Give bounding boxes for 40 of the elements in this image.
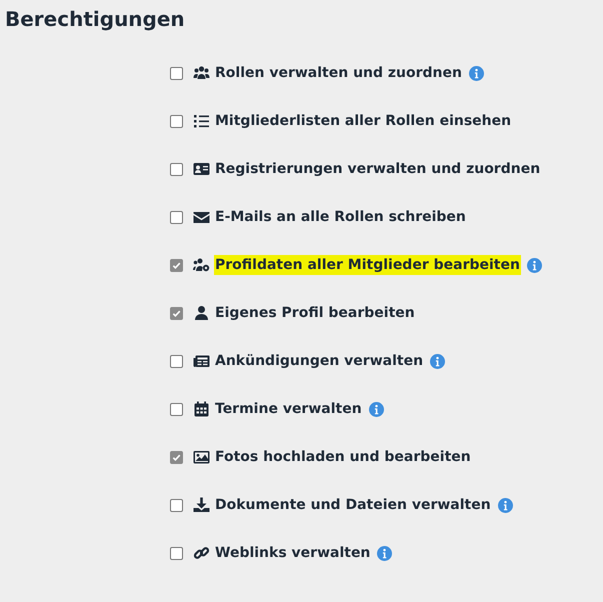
users-gear-icon	[193, 257, 210, 273]
checkbox[interactable]	[170, 403, 183, 416]
image-icon	[193, 449, 210, 465]
info-icon[interactable]	[498, 498, 513, 513]
envelope-icon	[193, 209, 210, 225]
checkbox[interactable]	[170, 547, 183, 560]
checkbox[interactable]	[170, 115, 183, 128]
permission-label: Eigenes Profil bearbeiten	[214, 304, 416, 323]
checkbox[interactable]	[170, 355, 183, 368]
user-icon	[193, 305, 210, 321]
checkbox[interactable]	[170, 451, 183, 464]
checkbox[interactable]	[170, 163, 183, 176]
checkbox[interactable]	[170, 307, 183, 320]
info-icon[interactable]	[430, 354, 446, 369]
users-icon	[193, 65, 210, 81]
permission-label: Profildaten aller Mitglieder bearbeiten	[214, 255, 521, 275]
section-title: Berechtigungen	[4, 6, 186, 32]
calendar-icon	[193, 401, 210, 417]
permission-label: E-Mails an alle Rollen schreiben	[214, 208, 467, 227]
permission-label: Ankündigungen verwalten	[214, 352, 424, 371]
id-card-icon	[193, 161, 210, 177]
list-icon	[193, 113, 210, 129]
link-icon	[193, 545, 210, 561]
info-icon[interactable]	[526, 258, 542, 273]
permission-label: Dokumente und Dateien verwalten	[214, 496, 492, 515]
download-icon	[193, 497, 210, 513]
checkbox[interactable]	[170, 211, 183, 224]
checkbox[interactable]	[170, 499, 183, 512]
permission-label: Rollen verwalten und zuordnen	[214, 64, 463, 83]
newspaper-icon	[193, 353, 210, 369]
checkbox[interactable]	[170, 259, 183, 272]
info-icon[interactable]	[377, 546, 392, 561]
permission-label: Mitgliederlisten aller Rollen einsehen	[214, 112, 512, 131]
permission-label: Registrierungen verwalten und zuordnen	[214, 160, 542, 179]
permission-label: Termine verwalten	[214, 400, 363, 419]
info-icon[interactable]	[368, 402, 384, 417]
checkbox[interactable]	[170, 67, 183, 80]
permission-label: Fotos hochladen und bearbeiten	[214, 448, 472, 467]
permission-label: Weblinks verwalten	[214, 544, 372, 563]
info-icon[interactable]	[468, 66, 484, 81]
